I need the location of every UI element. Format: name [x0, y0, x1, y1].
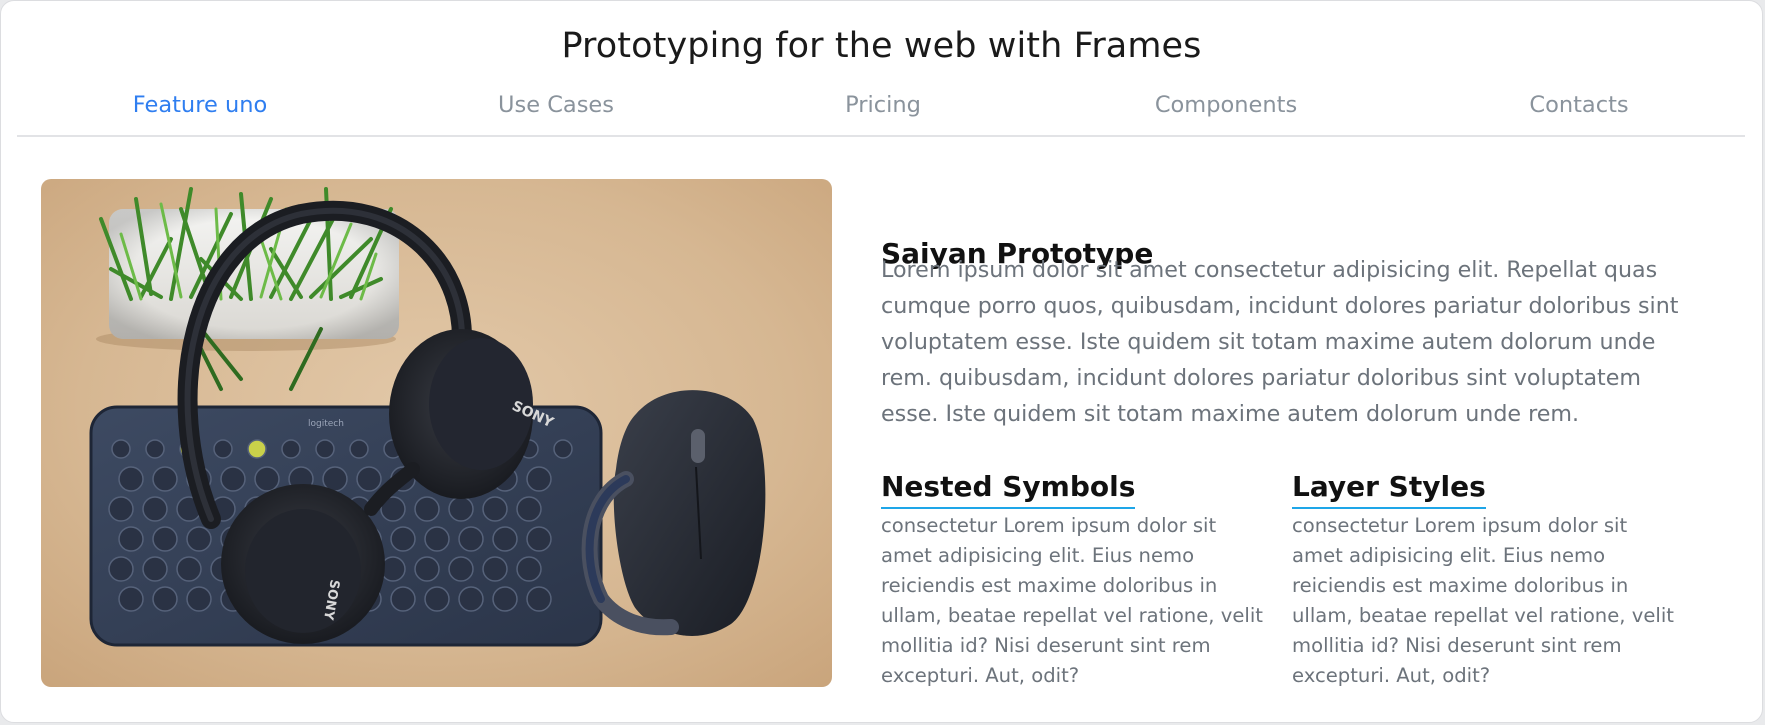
feature-layer-styles: Layer Styles consectetur Lorem ipsum dol…: [1292, 467, 1684, 691]
content-card: Prototyping for the web with Frames Feat…: [0, 0, 1763, 723]
headphones-keyboard-mouse-photo: logitech SONY SONY: [41, 179, 832, 687]
feature-title: Nested Symbols: [881, 467, 1136, 509]
svg-text:logitech: logitech: [308, 419, 344, 429]
feature-nested-symbols: Nested Symbols consectetur Lorem ipsum d…: [881, 467, 1273, 691]
tab-use-cases[interactable]: Use Cases: [498, 89, 614, 121]
feature-text: consectetur Lorem ipsum dolor sit amet a…: [881, 514, 1263, 687]
section-paragraph: Lorem ipsum dolor sit amet consectetur a…: [881, 257, 1679, 427]
tab-pricing[interactable]: Pricing: [845, 89, 921, 121]
tab-contacts[interactable]: Contacts: [1529, 89, 1628, 121]
feature-title: Layer Styles: [1292, 467, 1486, 509]
tab-components[interactable]: Components: [1155, 89, 1297, 121]
tab-feature-uno[interactable]: Feature uno: [133, 89, 267, 121]
feature-text: consectetur Lorem ipsum dolor sit amet a…: [1292, 514, 1674, 687]
tab-bar: Feature uno Use Cases Pricing Components…: [17, 85, 1745, 137]
page-title: Prototyping for the web with Frames: [561, 26, 1202, 66]
hero-image: logitech SONY SONY: [41, 179, 832, 687]
